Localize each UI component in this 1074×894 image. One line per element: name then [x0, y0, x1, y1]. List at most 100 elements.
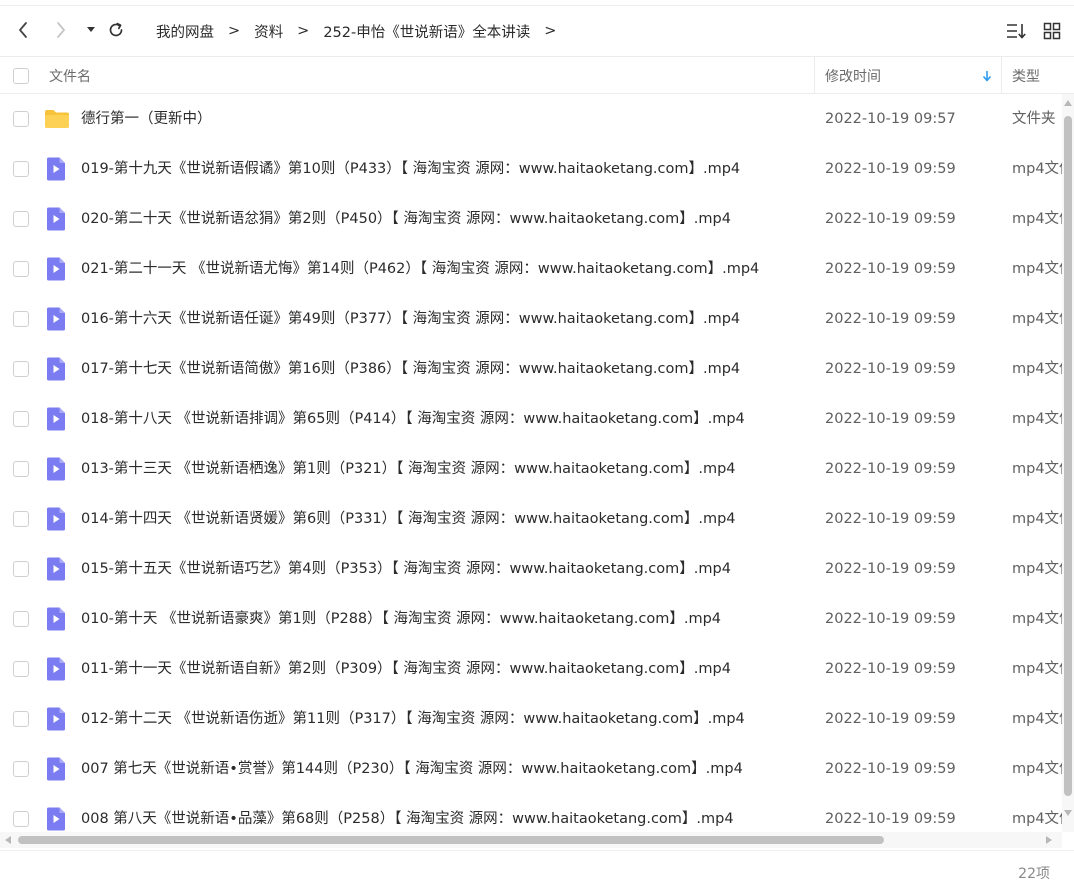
- row-checkbox[interactable]: [13, 661, 29, 677]
- checkbox[interactable]: [13, 67, 29, 84]
- file-type: mp4文件: [1012, 561, 1062, 577]
- file-name[interactable]: 020-第二十天《世说新语忿狷》第2则（P450）【 海淘宝资 源网：www.h…: [81, 194, 731, 244]
- file-row[interactable]: 德行第一（更新中） 2022-10-19 09:57 文件夹: [0, 94, 1062, 144]
- back-button[interactable]: [12, 19, 34, 41]
- column-divider[interactable]: [1001, 57, 1002, 94]
- vertical-scrollbar[interactable]: [1062, 94, 1074, 832]
- file-row[interactable]: 011-第十一天《世说新语自新》第2则（P309）【 海淘宝资 源网：www.h…: [0, 644, 1062, 694]
- file-modified-date: 2022-10-19 09:59: [825, 461, 956, 477]
- file-row[interactable]: 020-第二十天《世说新语忿狷》第2则（P450）【 海淘宝资 源网：www.h…: [0, 194, 1062, 244]
- row-checkbox[interactable]: [13, 711, 29, 727]
- column-header-type[interactable]: 类型: [1012, 57, 1040, 94]
- horizontal-scrollbar[interactable]: [0, 832, 1062, 848]
- file-type: mp4文件: [1012, 611, 1062, 627]
- row-checkbox[interactable]: [13, 461, 29, 477]
- file-type: mp4文件: [1012, 411, 1062, 427]
- file-row[interactable]: 007 第七天《世说新语•赏誉》第144则（P230）【 海淘宝资 源网：www…: [0, 744, 1062, 794]
- row-checkbox[interactable]: [13, 511, 29, 527]
- row-checkbox[interactable]: [13, 411, 29, 427]
- column-header-modified[interactable]: 修改时间: [825, 57, 881, 94]
- video-file-icon: [44, 557, 68, 581]
- file-name[interactable]: 016-第十六天《世说新语任诞》第49则（P377）【 海淘宝资 源网：www.…: [81, 294, 740, 344]
- file-modified-date: 2022-10-19 09:59: [825, 711, 956, 727]
- refresh-button[interactable]: [105, 19, 127, 41]
- file-name[interactable]: 018-第十八天 《世说新语排调》第65则（P414）【 海淘宝资 源网：www…: [81, 394, 745, 444]
- file-modified-date: 2022-10-19 09:59: [825, 161, 956, 177]
- file-name[interactable]: 013-第十三天 《世说新语栖逸》第1则（P321）【 海淘宝资 源网：www.…: [81, 444, 736, 494]
- file-name[interactable]: 008 第八天《世说新语•品藻》第68则（P258）【 海淘宝资 源网：www.…: [81, 794, 734, 832]
- file-row[interactable]: 008 第八天《世说新语•品藻》第68则（P258）【 海淘宝资 源网：www.…: [0, 794, 1062, 832]
- file-row[interactable]: 017-第十七天《世说新语简傲》第16则（P386）【 海淘宝资 源网：www.…: [0, 344, 1062, 394]
- file-modified-date: 2022-10-19 09:59: [825, 261, 956, 277]
- scroll-right-arrow-icon[interactable]: [1046, 836, 1052, 844]
- file-modified-date: 2022-10-19 09:59: [825, 761, 956, 777]
- file-name[interactable]: 010-第十天 《世说新语豪爽》第1则（P288）【 海淘宝资 源网：www.h…: [81, 594, 721, 644]
- breadcrumb-item-materials[interactable]: 资料: [254, 21, 283, 42]
- file-type: mp4文件: [1012, 461, 1062, 477]
- file-row[interactable]: 016-第十六天《世说新语任诞》第49则（P377）【 海淘宝资 源网：www.…: [0, 294, 1062, 344]
- row-checkbox[interactable]: [13, 311, 29, 327]
- file-name[interactable]: 021-第二十一天 《世说新语尤悔》第14则（P462）【 海淘宝资 源网：ww…: [81, 244, 759, 294]
- video-file-icon: [44, 507, 68, 531]
- vertical-scroll-thumb[interactable]: [1064, 116, 1072, 796]
- file-name[interactable]: 德行第一（更新中）: [81, 94, 212, 144]
- file-name[interactable]: 011-第十一天《世说新语自新》第2则（P309）【 海淘宝资 源网：www.h…: [81, 644, 731, 694]
- file-name[interactable]: 019-第十九天《世说新语假谲》第10则（P433）【 海淘宝资 源网：www.…: [81, 144, 740, 194]
- horizontal-scroll-thumb[interactable]: [18, 836, 884, 844]
- column-divider[interactable]: [814, 57, 815, 94]
- sort-direction-indicator[interactable]: [982, 57, 992, 94]
- file-name[interactable]: 012-第十二天 《世说新语伤逝》第11则（P317）【 海淘宝资 源网：www…: [81, 694, 745, 744]
- file-row[interactable]: 012-第十二天 《世说新语伤逝》第11则（P317）【 海淘宝资 源网：www…: [0, 694, 1062, 744]
- video-file-icon: [44, 207, 68, 231]
- video-file-icon: [44, 657, 68, 681]
- video-file-icon: [44, 407, 68, 431]
- video-file-icon: [44, 757, 68, 781]
- row-checkbox[interactable]: [13, 161, 29, 177]
- file-type: mp4文件: [1012, 661, 1062, 677]
- history-dropdown-button[interactable]: [80, 19, 102, 41]
- scroll-left-arrow-icon[interactable]: [5, 836, 11, 844]
- forward-button[interactable]: [50, 19, 72, 41]
- file-name[interactable]: 007 第七天《世说新语•赏誉》第144则（P230）【 海淘宝资 源网：www…: [81, 744, 743, 794]
- row-checkbox[interactable]: [13, 361, 29, 377]
- file-modified-date: 2022-10-19 09:59: [825, 311, 956, 327]
- file-type: 文件夹: [1012, 111, 1056, 127]
- file-row[interactable]: 010-第十天 《世说新语豪爽》第1则（P288）【 海淘宝资 源网：www.h…: [0, 594, 1062, 644]
- grid-view-button[interactable]: [1041, 20, 1063, 42]
- video-file-icon: [44, 607, 68, 631]
- file-modified-date: 2022-10-19 09:59: [825, 611, 956, 627]
- column-header-name[interactable]: 文件名: [49, 57, 91, 94]
- row-checkbox[interactable]: [13, 811, 29, 827]
- row-checkbox[interactable]: [13, 761, 29, 777]
- select-all-checkbox[interactable]: [13, 57, 29, 94]
- file-type: mp4文件: [1012, 311, 1062, 327]
- file-name[interactable]: 017-第十七天《世说新语简傲》第16则（P386）【 海淘宝资 源网：www.…: [81, 344, 740, 394]
- file-modified-date: 2022-10-19 09:59: [825, 561, 956, 577]
- breadcrumb: 我的网盘 > 资料 > 252-申怡《世说新语》全本讲读 >: [156, 20, 570, 42]
- file-type: mp4文件: [1012, 711, 1062, 727]
- scroll-down-arrow-icon[interactable]: [1064, 810, 1072, 816]
- row-checkbox[interactable]: [13, 611, 29, 627]
- row-checkbox[interactable]: [13, 561, 29, 577]
- breadcrumb-separator: >: [228, 23, 241, 39]
- file-row[interactable]: 013-第十三天 《世说新语栖逸》第1则（P321）【 海淘宝资 源网：www.…: [0, 444, 1062, 494]
- row-checkbox[interactable]: [13, 111, 29, 127]
- row-checkbox[interactable]: [13, 261, 29, 277]
- file-row[interactable]: 019-第十九天《世说新语假谲》第10则（P433）【 海淘宝资 源网：www.…: [0, 144, 1062, 194]
- file-type: mp4文件: [1012, 811, 1062, 827]
- breadcrumb-item-current-folder[interactable]: 252-申怡《世说新语》全本讲读: [323, 21, 530, 42]
- file-list-header: 文件名 修改时间 类型: [0, 56, 1074, 94]
- file-row[interactable]: 014-第十四天 《世说新语贤媛》第6则（P331）【 海淘宝资 源网：www.…: [0, 494, 1062, 544]
- file-name[interactable]: 015-第十五天《世说新语巧艺》第4则（P353）【 海淘宝资 源网：www.h…: [81, 544, 731, 594]
- file-row[interactable]: 018-第十八天 《世说新语排调》第65则（P414）【 海淘宝资 源网：www…: [0, 394, 1062, 444]
- sort-button[interactable]: [1006, 20, 1028, 42]
- file-name[interactable]: 014-第十四天 《世说新语贤媛》第6则（P331）【 海淘宝资 源网：www.…: [81, 494, 736, 544]
- breadcrumb-expand-button[interactable]: >: [544, 23, 556, 39]
- video-file-icon: [44, 457, 68, 481]
- breadcrumb-item-my-drive[interactable]: 我的网盘: [156, 21, 214, 42]
- row-checkbox[interactable]: [13, 211, 29, 227]
- file-row[interactable]: 021-第二十一天 《世说新语尤悔》第14则（P462）【 海淘宝资 源网：ww…: [0, 244, 1062, 294]
- scroll-up-arrow-icon[interactable]: [1064, 100, 1072, 106]
- file-row[interactable]: 015-第十五天《世说新语巧艺》第4则（P353）【 海淘宝资 源网：www.h…: [0, 544, 1062, 594]
- file-type: mp4文件: [1012, 261, 1062, 277]
